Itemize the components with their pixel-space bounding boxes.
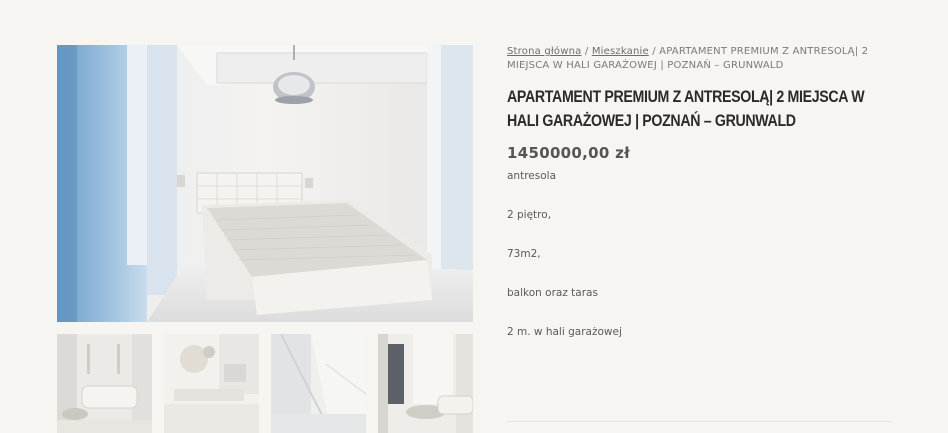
thumbnail-4[interactable] (378, 334, 473, 433)
breadcrumb-home-link[interactable]: Strona główna (507, 46, 581, 57)
thumbnail-1[interactable] (57, 334, 152, 433)
description-line: 2 m. w hali garażowej (507, 326, 622, 338)
description-line: 2 piętro, (507, 209, 552, 221)
summary-divider (507, 421, 892, 422)
product-title: APARTAMENT PREMIUM Z ANTRESOLĄ| 2 MIEJSC… (507, 88, 865, 130)
product-price: 1450000,00 zł (507, 144, 631, 162)
product-main-image[interactable] (57, 45, 473, 322)
description-line: balkon oraz taras (507, 287, 598, 299)
breadcrumb: Strona główna / Mieszkanie / APARTAMENT … (507, 45, 892, 73)
thumbnail-2[interactable] (164, 334, 259, 433)
breadcrumb-separator: / (581, 46, 592, 57)
product-description: antresola 2 piętro, 73m2, balkon oraz ta… (507, 169, 892, 339)
product-thumbnails (57, 334, 473, 433)
description-line: antresola (507, 170, 556, 182)
description-line: 73m2, (507, 248, 541, 260)
breadcrumb-separator: / (648, 46, 660, 57)
breadcrumb-category-link[interactable]: Mieszkanie (592, 46, 649, 57)
thumbnail-3[interactable] (271, 334, 366, 433)
product-summary: Strona główna / Mieszkanie / APARTAMENT … (507, 45, 892, 339)
